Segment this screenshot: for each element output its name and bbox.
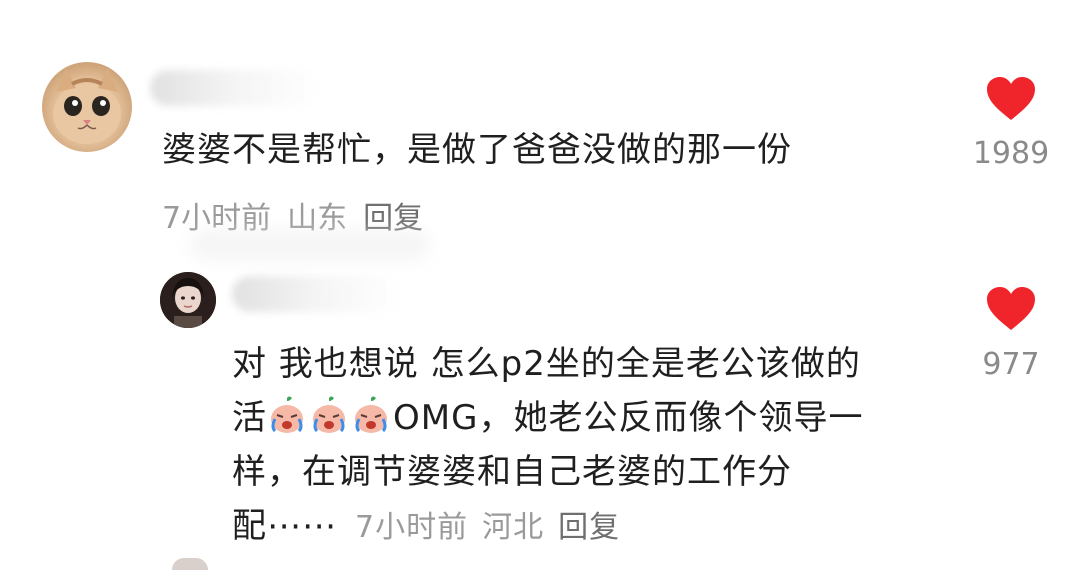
- blurred-area: [190, 230, 430, 260]
- cat-avatar-icon[interactable]: [42, 62, 132, 152]
- blurred-username: [232, 276, 402, 312]
- crying-emoji-icon: [309, 395, 349, 435]
- like-heart-icon[interactable]: [986, 286, 1036, 332]
- crying-emoji-icon: [351, 395, 391, 435]
- user-avatar-icon[interactable]: [160, 272, 216, 328]
- reply-line-3: 样，在调节婆婆和自己老婆的工作分: [232, 452, 792, 492]
- blurred-username: [150, 70, 320, 106]
- reply-line-1: 对 我也想说 怎么p2坐的全是老公该做的: [232, 344, 861, 384]
- reply-text: 对 我也想说 怎么p2坐的全是老公该做的 活 OMG，她老公反而像个领导一 样，在…: [232, 337, 932, 555]
- comment-text: 婆婆不是帮忙，是做了爸爸没做的那一份: [162, 130, 792, 170]
- reply-meta: 7小时前 河北 回复: [355, 510, 634, 545]
- reply-time: 7小时前: [355, 510, 469, 545]
- reply-line-2: 活 OMG，她老公反而像个领导一: [232, 391, 932, 445]
- reply-line-4: 配⋯⋯ 7小时前 河北 回复: [232, 499, 932, 555]
- like-count: 1989: [972, 136, 1050, 171]
- reply-line-2-prefix: 活: [232, 398, 267, 438]
- next-comment-avatar: [172, 558, 208, 570]
- like-count: 977: [982, 347, 1040, 382]
- reply-line-2-text: OMG，她老公反而像个领导一: [393, 398, 864, 438]
- reply-button[interactable]: 回复: [558, 510, 620, 545]
- reply-location: 河北: [482, 510, 545, 545]
- like-heart-icon[interactable]: [986, 76, 1036, 122]
- reply-line-4-text: 配⋯⋯: [232, 506, 337, 546]
- crying-emoji-icon: [267, 395, 307, 435]
